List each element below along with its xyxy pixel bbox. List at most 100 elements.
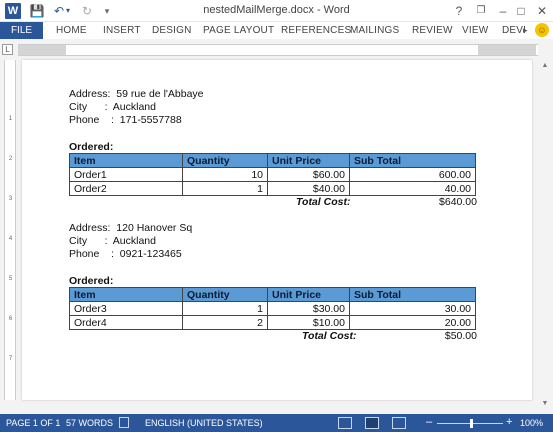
orders-table[interactable]: Item Quantity Unit Price Sub Total Order… <box>69 287 476 330</box>
cell-quantity: 10 <box>182 167 268 182</box>
header-item: Item <box>69 153 183 168</box>
print-layout-icon[interactable] <box>365 417 379 429</box>
tab-home[interactable]: HOME <box>56 25 87 36</box>
zoom-out-button[interactable]: – <box>426 416 432 428</box>
title-bar: W 💾 ↶ ▾ ↻ ▾ nestedMailMerge.docx - Word … <box>0 0 553 22</box>
ribbon-tabs: FILE HOME INSERT DESIGN PAGE LAYOUT REFE… <box>0 22 553 39</box>
ordered-label: Ordered: <box>69 275 114 287</box>
table-row: Order2 1 $40.00 40.00 <box>69 181 476 196</box>
tab-insert[interactable]: INSERT <box>103 25 141 36</box>
cell-quantity: 2 <box>182 315 268 330</box>
more-tabs-icon[interactable]: ▸ <box>523 23 531 37</box>
table-row: Order1 10 $60.00 600.00 <box>69 167 476 182</box>
cell-sub-total: 40.00 <box>349 181 476 196</box>
vruler-tick: 7 <box>8 356 13 362</box>
horizontal-ruler-row: L <box>0 41 553 58</box>
city-line: City : Auckland <box>69 235 156 247</box>
phone-value: 171-5557788 <box>119 114 182 126</box>
ruler-left-margin <box>18 45 66 55</box>
scroll-down-icon[interactable]: ▼ <box>541 400 549 408</box>
header-item: Item <box>69 287 183 302</box>
cell-sub-total: 600.00 <box>349 167 476 182</box>
header-unit-price: Unit Price <box>267 153 350 168</box>
tab-design[interactable]: DESIGN <box>152 25 192 36</box>
help-button[interactable]: ? <box>448 1 470 21</box>
tab-view[interactable]: VIEW <box>462 25 488 36</box>
city-value: Auckland <box>112 235 156 247</box>
phone-label: Phone <box>69 114 100 126</box>
city-label: City <box>69 235 88 247</box>
tab-page-layout[interactable]: PAGE LAYOUT <box>203 25 274 36</box>
cell-quantity: 1 <box>182 301 268 316</box>
cell-unit-price: $40.00 <box>267 181 350 196</box>
vertical-scrollbar[interactable]: ▲ ▼ <box>539 60 551 412</box>
total-cost-label: Total Cost: <box>296 196 351 208</box>
city-value: Auckland <box>112 101 156 113</box>
cell-item: Order3 <box>69 301 183 316</box>
page-count[interactable]: PAGE 1 OF 1 <box>6 418 60 428</box>
ruler-right-margin <box>478 45 536 55</box>
cell-item: Order1 <box>69 167 183 182</box>
total-cost-value: $50.00 <box>444 330 477 342</box>
header-quantity: Quantity <box>182 287 268 302</box>
vruler-tick: 4 <box>8 236 13 242</box>
web-layout-icon[interactable] <box>392 417 406 429</box>
zoom-slider-handle[interactable] <box>470 419 473 428</box>
cell-unit-price: $60.00 <box>267 167 350 182</box>
zoom-in-button[interactable]: + <box>506 416 512 428</box>
cell-quantity: 1 <box>182 181 268 196</box>
phone-label: Phone <box>69 248 100 260</box>
vruler-tick: 3 <box>8 196 13 202</box>
cell-sub-total: 20.00 <box>349 315 476 330</box>
header-sub-total: Sub Total <box>349 287 476 302</box>
vruler-tick: 6 <box>8 316 13 322</box>
maximize-button[interactable]: □ <box>510 1 532 21</box>
ordered-label: Ordered: <box>69 141 114 153</box>
cell-item: Order4 <box>69 315 183 330</box>
tab-selector[interactable]: L <box>2 44 13 55</box>
address-value: 59 rue de l'Abbaye <box>116 88 204 100</box>
horizontal-ruler[interactable] <box>18 44 538 56</box>
address-value: 120 Hanover Sq <box>116 222 193 234</box>
phone-line: Phone : 171-5557788 <box>69 114 182 126</box>
tab-references[interactable]: REFERENCES <box>281 25 351 36</box>
read-mode-icon[interactable] <box>338 417 352 429</box>
feedback-smile-icon[interactable]: ☺ <box>535 23 549 37</box>
tab-review[interactable]: REVIEW <box>412 25 453 36</box>
header-sub-total: Sub Total <box>349 153 476 168</box>
word-count[interactable]: 57 WORDS <box>66 418 113 428</box>
status-bar: PAGE 1 OF 1 57 WORDS ENGLISH (UNITED STA… <box>0 414 553 432</box>
address-line: Address: 120 Hanover Sq <box>69 222 192 234</box>
total-cost-value: $640.00 <box>439 196 477 208</box>
vruler-tick: 2 <box>8 156 13 162</box>
tab-file[interactable]: FILE <box>0 22 43 39</box>
table-header-row: Item Quantity Unit Price Sub Total <box>69 287 476 302</box>
city-line: City : Auckland <box>69 101 156 113</box>
address-line: Address: 59 rue de l'Abbaye <box>69 88 204 100</box>
cell-item: Order2 <box>69 181 183 196</box>
scroll-up-icon[interactable]: ▲ <box>541 62 549 70</box>
address-label: Address: <box>69 88 111 100</box>
vruler-tick: 1 <box>8 116 13 122</box>
table-row: Order3 1 $30.00 30.00 <box>69 301 476 316</box>
phone-line: Phone : 0921-123465 <box>69 248 182 260</box>
header-unit-price: Unit Price <box>267 287 350 302</box>
document-page[interactable]: Address: 59 rue de l'Abbaye City : Auckl… <box>22 60 532 400</box>
proofing-icon[interactable] <box>119 417 129 428</box>
ribbon-display-options-button[interactable]: ❐ <box>470 1 492 21</box>
tab-mailings[interactable]: MAILINGS <box>350 25 399 36</box>
table-row: Order4 2 $10.00 20.00 <box>69 315 476 330</box>
language-status[interactable]: ENGLISH (UNITED STATES) <box>145 418 263 428</box>
vertical-ruler[interactable]: 1 2 3 4 5 6 7 <box>4 60 16 400</box>
zoom-level[interactable]: 100% <box>520 418 543 428</box>
header-quantity: Quantity <box>182 153 268 168</box>
cell-sub-total: 30.00 <box>349 301 476 316</box>
city-label: City <box>69 101 88 113</box>
total-cost-label: Total Cost: <box>302 330 357 342</box>
address-label: Address: <box>69 222 111 234</box>
close-button[interactable]: ✕ <box>531 1 553 21</box>
table-header-row: Item Quantity Unit Price Sub Total <box>69 153 476 168</box>
vruler-tick: 5 <box>8 276 13 282</box>
orders-table[interactable]: Item Quantity Unit Price Sub Total Order… <box>69 153 476 196</box>
cell-unit-price: $30.00 <box>267 301 350 316</box>
